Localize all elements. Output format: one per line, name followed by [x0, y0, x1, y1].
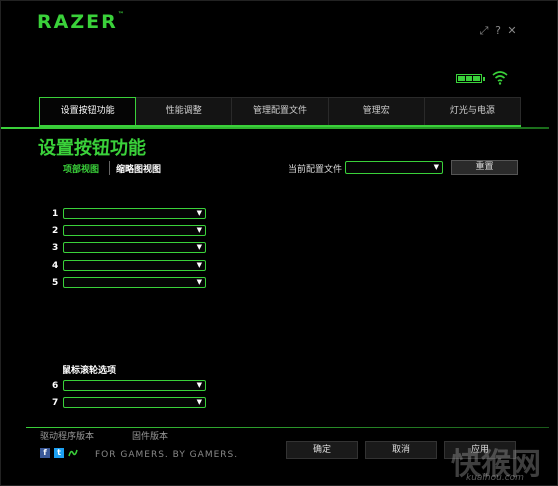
wheel-options-title: 鼠标滚轮选项 — [62, 366, 117, 376]
facebook-icon[interactable]: f — [40, 448, 50, 458]
help-icon[interactable]: ? — [492, 24, 504, 38]
cancel-button[interactable]: 取消 — [365, 441, 437, 459]
chevron-down-icon: ▼ — [196, 398, 202, 406]
app-window: RAZER™ ⤢ ? ✕ 设置按钮功能 性能调整 管理配置文件 管理宏 灯光与电… — [0, 0, 558, 486]
reset-button[interactable]: 重置 — [451, 160, 518, 175]
razer-snake-icon[interactable] — [68, 448, 78, 458]
chevron-down-icon: ▼ — [196, 381, 202, 389]
chevron-down-icon: ▼ — [196, 278, 202, 286]
watermark-url: kuaihou.com — [466, 473, 524, 483]
wheel-up-dropdown[interactable]: ▼ — [63, 380, 206, 391]
button-number: 3 — [52, 243, 59, 253]
battery-icon — [456, 74, 485, 83]
button-number: 2 — [52, 226, 59, 236]
button-number: 7 — [52, 398, 59, 408]
wireless-signal-icon — [492, 71, 508, 85]
chevron-down-icon: ▼ — [196, 243, 202, 251]
chevron-down-icon: ▼ — [196, 226, 202, 234]
button-2-dropdown[interactable]: ▼ — [63, 225, 206, 236]
tab-lighting-power[interactable]: 灯光与电源 — [424, 97, 522, 125]
wheel-down-dropdown[interactable]: ▼ — [63, 397, 206, 408]
twitter-icon[interactable]: t — [54, 448, 64, 458]
button-number: 1 — [52, 209, 59, 219]
chevron-down-icon: ▼ — [196, 261, 202, 269]
tab-macros[interactable]: 管理宏 — [328, 97, 425, 125]
profile-dropdown[interactable]: ▼ — [345, 161, 443, 174]
page-title: 设置按钮功能 — [38, 138, 146, 159]
button-4-dropdown[interactable]: ▼ — [63, 260, 206, 271]
divider — [1, 127, 549, 129]
close-icon[interactable]: ✕ — [506, 24, 518, 38]
button-1-dropdown[interactable]: ▼ — [63, 208, 206, 219]
chevron-down-icon: ▼ — [433, 163, 439, 171]
driver-version-label: 驱动程序版本 — [40, 432, 95, 442]
button-number: 5 — [52, 278, 59, 288]
firmware-version-label: 固件版本 — [132, 432, 169, 442]
razer-logo: RAZER™ — [37, 11, 126, 33]
button-number: 4 — [52, 261, 59, 271]
divider — [26, 427, 549, 428]
tab-customize-buttons[interactable]: 设置按钮功能 — [39, 97, 137, 125]
ok-button[interactable]: 确定 — [286, 441, 358, 459]
tab-profiles[interactable]: 管理配置文件 — [232, 97, 329, 125]
button-3-dropdown[interactable]: ▼ — [63, 242, 206, 253]
tab-thumbnail-view[interactable]: 缩略图视图 — [116, 162, 161, 175]
current-profile-label: 当前配置文件 — [288, 165, 343, 175]
button-5-dropdown[interactable]: ▼ — [63, 277, 206, 288]
tab-performance[interactable]: 性能调整 — [136, 97, 233, 125]
button-number: 6 — [52, 381, 59, 391]
tagline: FOR GAMERS. BY GAMERS. — [95, 450, 239, 460]
divider — [109, 161, 110, 175]
chevron-down-icon: ▼ — [196, 209, 202, 217]
minimize-icon[interactable]: ⤢ — [478, 24, 490, 38]
main-tabs: 设置按钮功能 性能调整 管理配置文件 管理宏 灯光与电源 — [39, 97, 522, 127]
tab-top-view[interactable]: 项部视图 — [63, 162, 99, 175]
